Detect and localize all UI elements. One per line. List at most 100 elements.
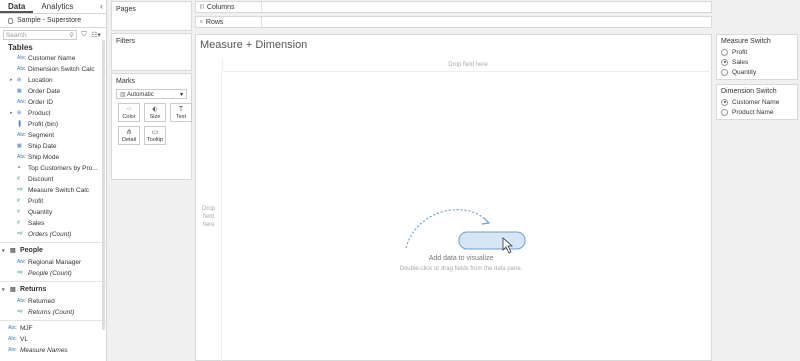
- field-name: Discount: [28, 176, 54, 183]
- field-item[interactable]: Abc MJF: [0, 323, 106, 334]
- field-type-icon: Abc: [17, 298, 26, 304]
- mark-type-dropdown[interactable]: ▥ Automatic ▾: [116, 89, 187, 99]
- arrow-head-icon: [481, 217, 491, 225]
- field-name: Measure Switch Calc: [28, 187, 90, 194]
- datasource-name: Sample - Superstore: [17, 17, 82, 24]
- field-item[interactable]: ▸ ⊞ Product: [0, 108, 106, 119]
- filters-shelf[interactable]: Filters: [111, 33, 192, 71]
- field-type-icon: Abc: [17, 154, 26, 160]
- expand-caret-icon[interactable]: ▸: [10, 108, 13, 119]
- measure-switch-control: Measure Switch Profit Sales Quantity: [716, 34, 798, 80]
- columns-drop-zone[interactable]: Drop field here: [222, 58, 713, 72]
- expand-caret-icon: ▾: [2, 248, 5, 254]
- database-icon: [8, 17, 13, 24]
- mark-text-button[interactable]: T Text: [170, 103, 192, 122]
- field-item[interactable]: ▦ Order Date: [0, 86, 106, 97]
- radio-label: Quantity: [732, 68, 757, 76]
- field-type-icon: ▐: [17, 121, 21, 127]
- mark-color-button[interactable]: ⁘ Color: [118, 103, 140, 122]
- field-item[interactable]: =# People (Count): [0, 268, 106, 279]
- field-item[interactable]: Abc Order ID: [0, 97, 106, 108]
- field-type-icon: #: [17, 198, 20, 204]
- radio-button[interactable]: [721, 98, 728, 106]
- field-item[interactable]: Abc Returned: [0, 296, 106, 307]
- collapse-pane-icon[interactable]: ‹: [100, 1, 103, 11]
- field-name: Customer Name: [28, 55, 76, 62]
- datasource-item[interactable]: Sample - Superstore: [0, 14, 106, 28]
- radio-button[interactable]: [721, 48, 728, 56]
- columns-icon: |||: [200, 4, 204, 10]
- radio-option[interactable]: Quantity: [717, 67, 797, 77]
- filter-icon[interactable]: ⛉: [79, 31, 89, 39]
- field-item[interactable]: # Quantity: [0, 207, 106, 218]
- radio-option[interactable]: Customer Name: [717, 97, 797, 107]
- returns-field-list: Abc Returned =# Returns (Count): [0, 296, 106, 318]
- columns-shelf[interactable]: ||| Columns: [195, 1, 712, 13]
- field-item[interactable]: =# Returns (Count): [0, 307, 106, 318]
- field-item[interactable]: # Profit: [0, 196, 106, 207]
- mark-tooltip-button[interactable]: ▭ Tooltip: [144, 126, 166, 145]
- field-type-icon: #: [17, 209, 20, 215]
- view-options-icon[interactable]: ☷▾: [91, 31, 101, 39]
- worksheet-title[interactable]: Measure + Dimension: [200, 39, 307, 51]
- radio-button[interactable]: [721, 108, 728, 116]
- radio-option[interactable]: Sales: [717, 57, 797, 67]
- dimension-switch-options: Customer Name Product Name: [717, 97, 797, 117]
- radio-button[interactable]: [721, 58, 728, 66]
- mark-detail-button[interactable]: ⋔ Detail: [118, 126, 140, 145]
- field-item[interactable]: ▸ ⊞ Location: [0, 75, 106, 86]
- tab-analytics[interactable]: Analytics: [33, 0, 81, 13]
- data-pane: Data Analytics ‹ Sample - Superstore Sea…: [0, 0, 107, 361]
- group-people[interactable]: ▾ ▤ People: [0, 245, 106, 257]
- field-name: Order ID: [28, 99, 53, 106]
- rows-label-cell: ≡ Rows: [196, 17, 262, 27]
- mark-button-label: Size: [149, 113, 161, 120]
- radio-option[interactable]: Profit: [717, 47, 797, 57]
- pages-shelf[interactable]: Pages: [111, 1, 192, 31]
- field-item[interactable]: # Sales: [0, 218, 106, 229]
- radio-option[interactable]: Product Name: [717, 107, 797, 117]
- mark-button-label: Detail: [121, 136, 137, 143]
- rows-drop-zone[interactable]: Drop field here: [196, 72, 222, 361]
- field-type-icon: Abc: [17, 99, 26, 105]
- field-item[interactable]: Abc Regional Manager: [0, 257, 106, 268]
- field-item[interactable]: Abc Measure Names: [0, 345, 106, 356]
- field-item[interactable]: ▦ Ship Date: [0, 141, 106, 152]
- scrollbar[interactable]: [102, 40, 105, 330]
- worksheet-view[interactable]: Measure + Dimension Drop field here Drop…: [195, 34, 713, 361]
- search-row: Search ⚲ ⛉ ☷▾: [0, 28, 106, 42]
- mark-button-label: Tooltip: [147, 136, 163, 143]
- expand-caret-icon: ▾: [2, 287, 5, 293]
- field-name: Returned: [28, 298, 55, 305]
- field-name: Orders (Count): [28, 231, 72, 238]
- field-type-icon: Abc: [8, 347, 17, 353]
- bar-chart-icon: ▥: [120, 91, 128, 98]
- field-pill-icon: [458, 231, 526, 250]
- field-item[interactable]: Abc Customer Name: [0, 53, 106, 64]
- field-name: Measure Names: [20, 347, 68, 354]
- field-item[interactable]: # Discount: [0, 174, 106, 185]
- divider: [0, 242, 106, 243]
- radio-label: Profit: [732, 48, 748, 56]
- field-item[interactable]: =# Orders (Count): [0, 229, 106, 240]
- tab-data[interactable]: Data: [0, 0, 34, 13]
- search-input[interactable]: Search ⚲: [3, 30, 77, 40]
- radio-button[interactable]: [721, 68, 728, 76]
- dimension-switch-title: Dimension Switch: [721, 88, 777, 95]
- field-type-icon: Abc: [17, 132, 26, 138]
- field-item[interactable]: Abc Dimension Switch Calc: [0, 64, 106, 75]
- rows-shelf[interactable]: ≡ Rows: [195, 16, 712, 28]
- field-item[interactable]: Abc Segment: [0, 130, 106, 141]
- expand-caret-icon[interactable]: ▸: [10, 75, 13, 86]
- group-returns[interactable]: ▾ ▤ Returns: [0, 284, 106, 296]
- field-item[interactable]: ⚭ Top Customers by Pro...: [0, 163, 106, 174]
- marks-title: Marks: [116, 78, 136, 85]
- field-item[interactable]: Abc Ship Mode: [0, 152, 106, 163]
- dimension-switch-control: Dimension Switch Customer Name Product Na…: [716, 84, 798, 120]
- mark-size-button[interactable]: ⬖ Size: [144, 103, 166, 122]
- field-item[interactable]: ▐ Profit (bin): [0, 119, 106, 130]
- field-item[interactable]: Abc VL: [0, 334, 106, 345]
- field-type-icon: Abc: [8, 325, 17, 331]
- radio-label: Customer Name: [732, 98, 780, 106]
- field-item[interactable]: =# Measure Switch Calc: [0, 185, 106, 196]
